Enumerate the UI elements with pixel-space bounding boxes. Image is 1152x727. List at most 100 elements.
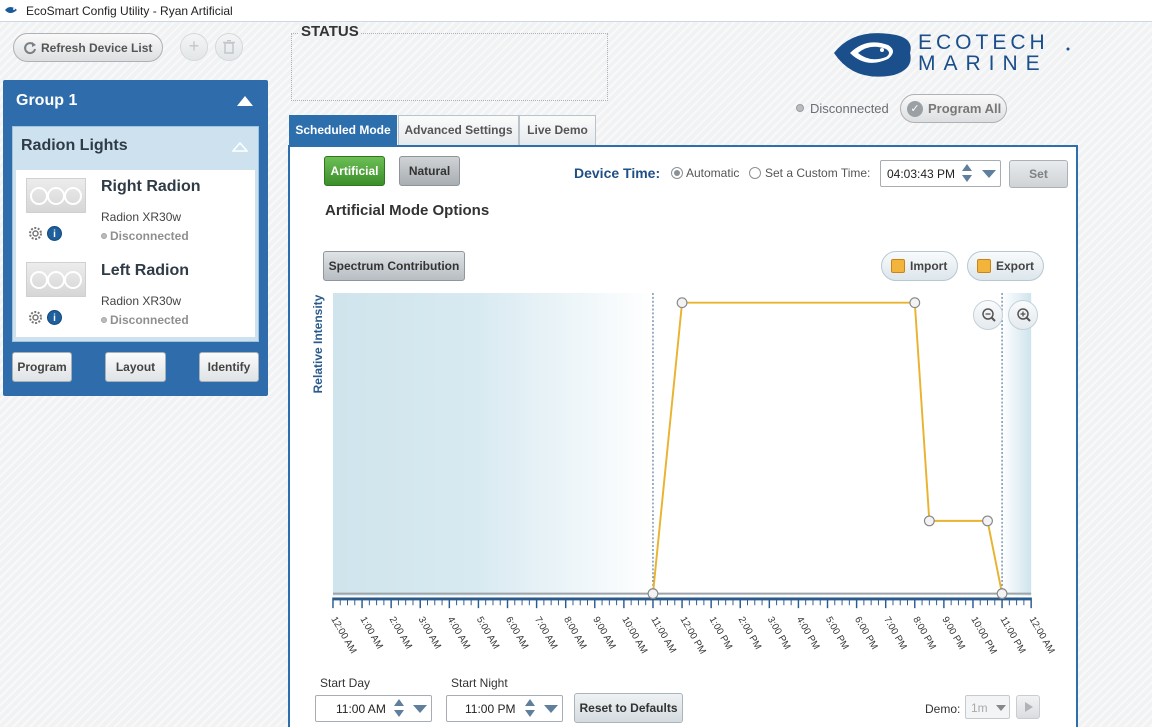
tab-live-demo[interactable]: Live Demo xyxy=(519,115,596,146)
spinner-down-icon[interactable] xyxy=(525,710,535,717)
chevron-down-icon[interactable] xyxy=(413,705,427,713)
gear-icon[interactable] xyxy=(28,226,43,241)
spinner-up-icon[interactable] xyxy=(394,699,404,706)
gear-icon[interactable] xyxy=(28,310,43,325)
program-all-button[interactable]: ✓ Program All xyxy=(900,94,1007,123)
chevron-down-icon[interactable] xyxy=(544,705,558,713)
x-tick-label: 8:00 PM xyxy=(910,615,938,652)
spinner-up-icon[interactable] xyxy=(962,164,972,171)
start-day-input[interactable]: 11:00 AM xyxy=(315,695,432,722)
device-model: Radion XR30w xyxy=(101,210,182,224)
night-shade-left xyxy=(332,293,653,596)
control-point[interactable] xyxy=(909,297,921,309)
control-point[interactable] xyxy=(647,588,659,600)
demo-label: Demo: xyxy=(925,702,961,716)
window-title: EcoSmart Config Utility - Ryan Artificia… xyxy=(26,4,233,18)
layout-button[interactable]: Layout xyxy=(105,352,166,382)
x-tick-label: 7:00 AM xyxy=(532,615,559,651)
start-night-input[interactable]: 11:00 PM xyxy=(446,695,563,722)
play-demo-button[interactable] xyxy=(1016,695,1040,719)
x-tick-label: 3:00 AM xyxy=(416,615,443,651)
logo-text-bottom: MARINE xyxy=(918,52,1048,75)
reset-to-defaults-button[interactable]: Reset to Defaults xyxy=(574,693,683,723)
import-label: Import xyxy=(910,259,948,273)
device-name[interactable]: Right Radion xyxy=(101,178,201,196)
group-collapse-icon[interactable] xyxy=(237,96,253,106)
radion-lights-panel: Radion Lights Right Radion Radion XR30w … xyxy=(12,126,259,342)
device-model: Radion XR30w xyxy=(101,294,182,308)
radion-lights-title: Radion Lights xyxy=(21,137,128,154)
intensity-chart[interactable]: 12:00 AM 1:00 AM 2:00 AM 3:00 AM 4:00 AM 5:00… xyxy=(322,293,1057,656)
custom-time-input[interactable]: 04:03:43 PM xyxy=(880,160,1001,187)
set-time-button[interactable]: Set xyxy=(1009,160,1068,188)
program-button[interactable]: Program xyxy=(12,352,72,382)
start-night-spinner[interactable] xyxy=(523,696,538,721)
zoom-out-icon xyxy=(982,308,996,322)
control-point[interactable] xyxy=(923,515,935,527)
demo-speed-select[interactable]: 1m xyxy=(965,695,1010,719)
zoom-in-icon xyxy=(1017,308,1031,322)
logo-text-top: ECOTECH xyxy=(918,31,1049,54)
artificial-mode-button[interactable]: Artificial xyxy=(324,156,385,186)
custom-time-radio[interactable] xyxy=(749,167,761,179)
group-panel: Group 1 Radion Lights Right Radion Radio… xyxy=(3,80,268,396)
start-day-value: 11:00 AM xyxy=(336,702,386,716)
x-tick-label: 9:00 PM xyxy=(939,615,967,652)
time-spinner[interactable] xyxy=(960,161,975,186)
group-title: Group 1 xyxy=(16,92,78,109)
automatic-radio[interactable] xyxy=(671,167,683,179)
x-tick-label: 5:00 PM xyxy=(823,615,851,652)
delete-device-button[interactable] xyxy=(215,33,243,61)
status-title: STATUS xyxy=(299,23,361,40)
zoom-out-button[interactable] xyxy=(973,300,1003,330)
refresh-icon xyxy=(24,42,36,55)
custom-time-value: 04:03:43 PM xyxy=(887,167,956,181)
x-tick-label: 3:00 PM xyxy=(765,615,793,652)
chevron-down-icon[interactable] xyxy=(996,705,1006,711)
check-icon: ✓ xyxy=(907,101,923,117)
demo-speed-value: 1m xyxy=(971,701,988,715)
tab-advanced-settings[interactable]: Advanced Settings xyxy=(398,115,519,146)
device-name[interactable]: Left Radion xyxy=(101,262,189,280)
device-status: Disconnected xyxy=(110,229,189,243)
spinner-up-icon[interactable] xyxy=(525,699,535,706)
window-titlebar: EcoSmart Config Utility - Ryan Artificia… xyxy=(0,0,1152,22)
start-night-value: 11:00 PM xyxy=(465,702,516,716)
app-fish-icon xyxy=(5,7,17,13)
info-icon[interactable]: i xyxy=(47,226,62,241)
x-tick-label: 4:00 AM xyxy=(445,615,472,651)
night-shade-right xyxy=(1002,293,1032,596)
spinner-down-icon[interactable] xyxy=(394,710,404,717)
control-point[interactable] xyxy=(982,515,993,527)
add-device-button[interactable]: + xyxy=(180,33,208,61)
start-day-spinner[interactable] xyxy=(392,696,407,721)
device-status: Disconnected xyxy=(110,313,189,327)
play-icon xyxy=(1025,702,1033,712)
import-button[interactable]: Import xyxy=(881,251,958,281)
import-icon xyxy=(891,259,905,273)
export-button[interactable]: Export xyxy=(967,251,1044,281)
control-point[interactable] xyxy=(676,297,688,309)
zoom-in-button[interactable] xyxy=(1008,300,1038,330)
start-day-label: Start Day xyxy=(320,676,371,690)
chevron-down-icon[interactable] xyxy=(982,170,996,178)
y-axis-label: Relative Intensity xyxy=(311,294,325,394)
status-box xyxy=(291,33,608,101)
identify-button[interactable]: Identify xyxy=(199,352,259,382)
refresh-device-list-button[interactable]: Refresh Device List xyxy=(13,33,163,62)
spectrum-contribution-button[interactable]: Spectrum Contribution xyxy=(323,251,465,281)
x-tick-label: 2:00 PM xyxy=(736,615,764,652)
control-point[interactable] xyxy=(996,588,1008,600)
custom-time-label: Set a Custom Time: xyxy=(765,166,871,180)
tab-scheduled-mode[interactable]: Scheduled Mode xyxy=(289,115,397,146)
program-all-label: Program All xyxy=(928,101,1002,116)
x-tick-label: 1:00 PM xyxy=(707,615,735,652)
x-tick-label: 2:00 AM xyxy=(387,615,414,651)
natural-mode-button[interactable]: Natural xyxy=(399,156,460,186)
x-tick-label: 12:00 PM xyxy=(678,615,708,656)
x-tick-label: 11:00 PM xyxy=(998,615,1028,656)
collapse-triangle-icon[interactable] xyxy=(232,142,248,152)
options-title: Artificial Mode Options xyxy=(325,202,490,219)
info-icon[interactable]: i xyxy=(47,310,62,325)
spinner-down-icon[interactable] xyxy=(962,175,972,182)
